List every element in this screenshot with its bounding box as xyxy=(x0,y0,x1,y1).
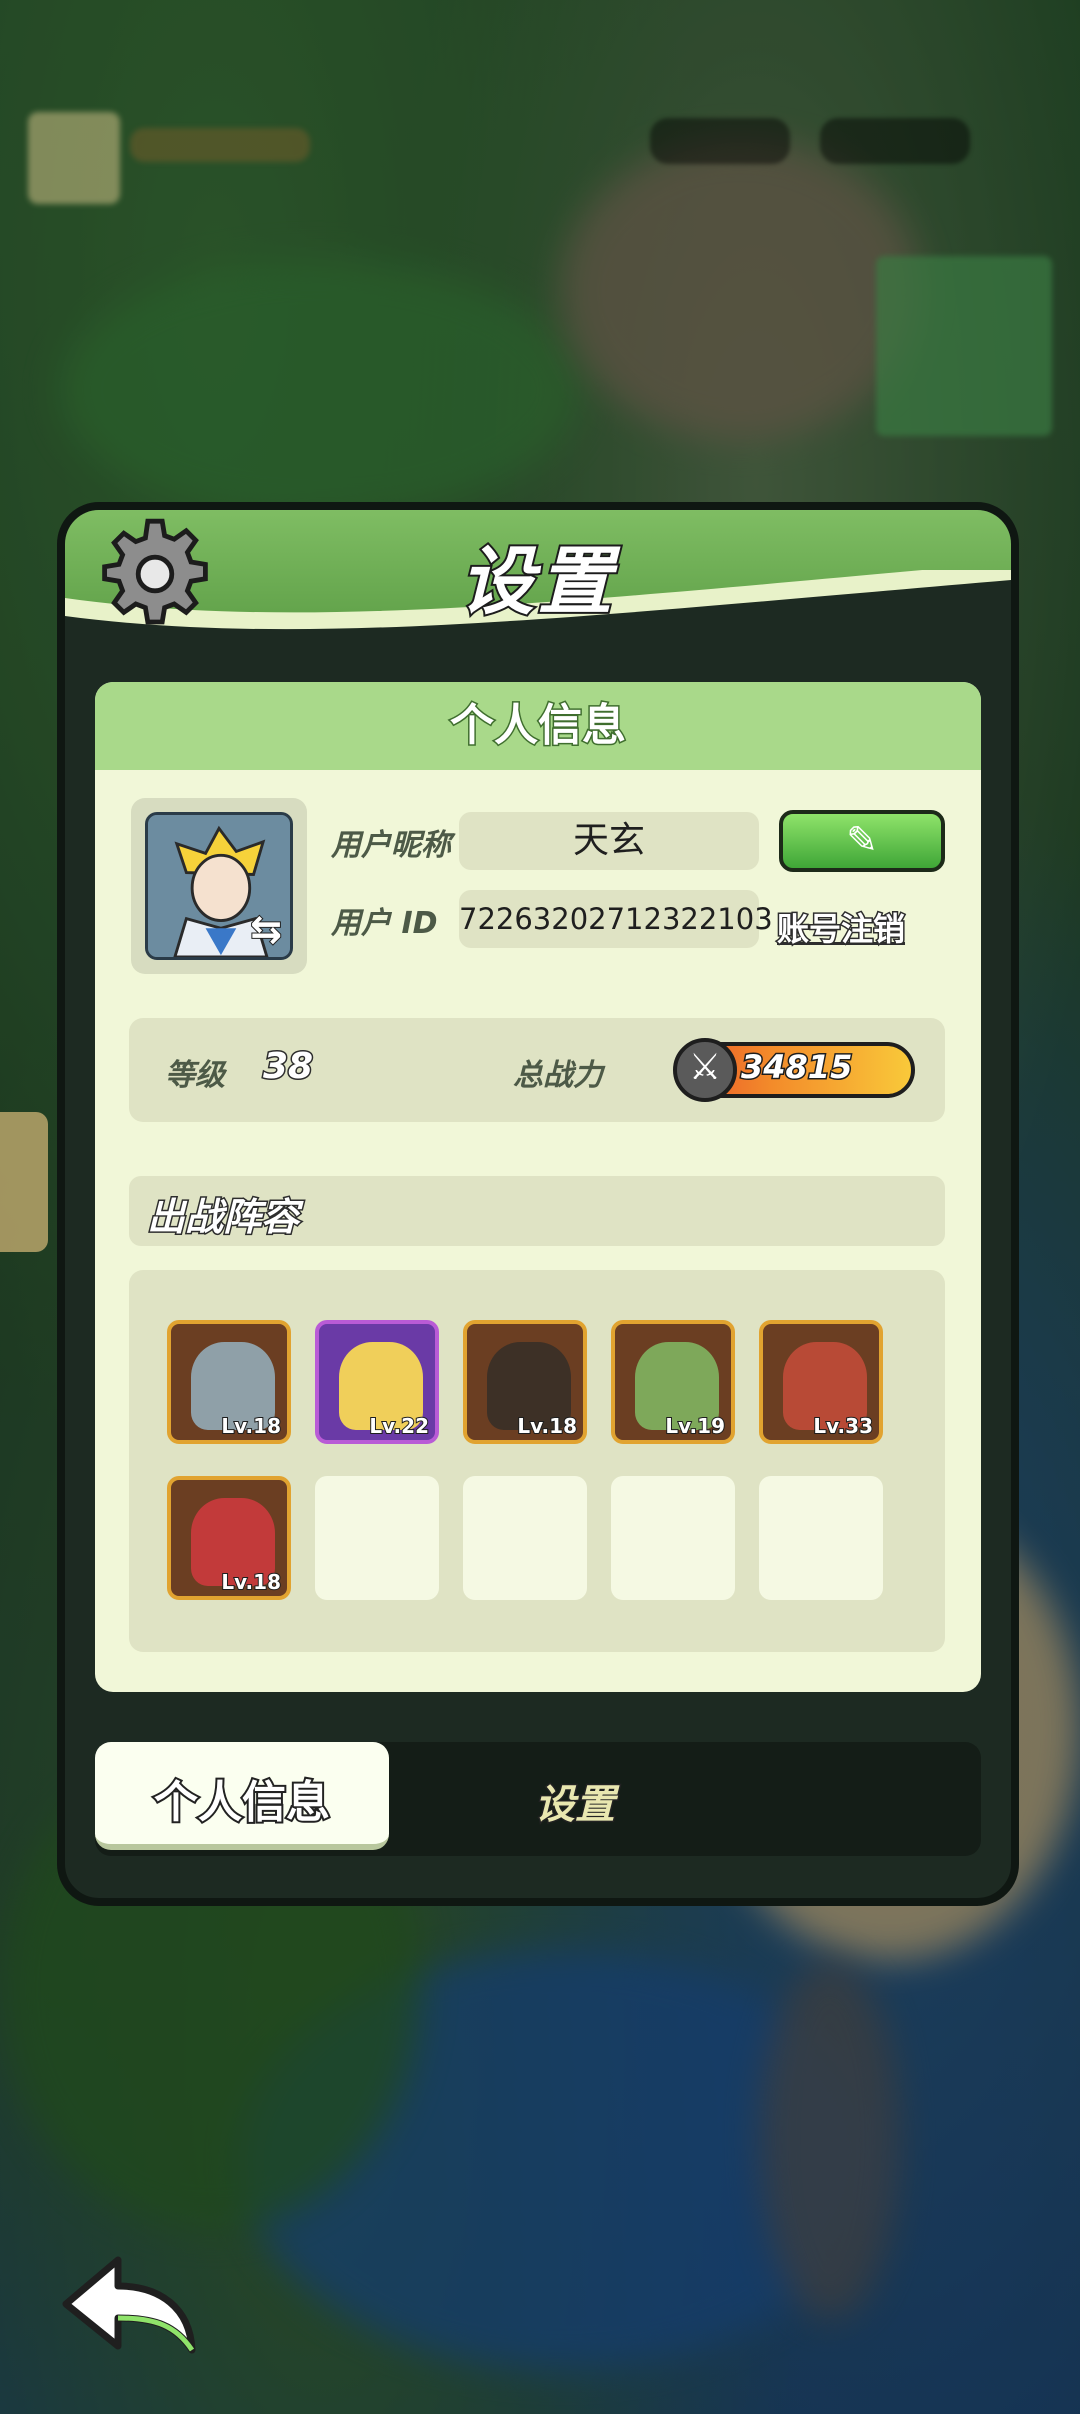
hud-resource-gem xyxy=(650,118,790,164)
avatar-frame[interactable]: ⇆ xyxy=(131,798,307,974)
crossed-swords-icon: ⚔ xyxy=(673,1038,737,1102)
level-label: 等级 xyxy=(165,1058,225,1093)
nickname-field: 天玄 xyxy=(459,812,759,870)
empty-slot[interactable] xyxy=(759,1476,883,1600)
settings-dialog: 设置 个人信息 ⇆ 用户昵称 天玄 ✎ 用户 ID 72263202712322… xyxy=(57,502,1019,1906)
lineup-title: 出战阵容 xyxy=(145,1194,300,1241)
hero-slot-2[interactable]: Lv.22 xyxy=(315,1320,439,1444)
empty-slot[interactable] xyxy=(611,1476,735,1600)
cancel-account-link[interactable]: 账号注销 xyxy=(775,904,906,950)
stats-bar: 等级 38 总战力 ⚔ 34815 xyxy=(129,1018,945,1122)
side-tab xyxy=(0,1112,48,1252)
nickname-label: 用户昵称 xyxy=(331,828,451,863)
empty-slot[interactable] xyxy=(315,1476,439,1600)
dialog-header: 设置 xyxy=(65,510,1011,650)
hud-player-bar xyxy=(130,128,310,162)
section-title: 个人信息 xyxy=(95,682,981,770)
tab-personal-info[interactable]: 个人信息 xyxy=(95,1742,389,1850)
swap-avatar-icon[interactable]: ⇆ xyxy=(249,906,283,952)
hero-level: Lv.18 xyxy=(516,1413,578,1439)
hero-slot-3[interactable]: Lv.18 xyxy=(463,1320,587,1444)
hero-slot-4[interactable]: Lv.19 xyxy=(611,1320,735,1444)
profile-panel: 个人信息 ⇆ 用户昵称 天玄 ✎ 用户 ID 72263202712322103… xyxy=(95,682,981,1692)
hero-slot-1[interactable]: Lv.18 xyxy=(167,1320,291,1444)
power-value: 34815 xyxy=(739,1047,853,1088)
tab-settings[interactable]: 设置 xyxy=(534,1772,617,1830)
hero-level: Lv.33 xyxy=(812,1413,874,1439)
hero-level: Lv.22 xyxy=(368,1413,430,1439)
hud-player-avatar xyxy=(28,112,120,204)
hero-level: Lv.18 xyxy=(220,1569,282,1595)
power-badge: ⚔ 34815 xyxy=(673,1038,915,1102)
avatar[interactable]: ⇆ xyxy=(145,812,293,960)
hero-slot-6[interactable]: Lv.18 xyxy=(167,1476,291,1600)
lineup-grid: Lv.18 Lv.22 Lv.18 Lv.19 Lv.33 Lv.18 xyxy=(129,1270,945,1652)
tab-label: 个人信息 xyxy=(152,1775,332,1830)
hero-level: Lv.18 xyxy=(220,1413,282,1439)
hero-level: Lv.19 xyxy=(664,1413,726,1439)
power-label: 总战力 xyxy=(513,1058,603,1093)
user-id-field: 72263202712322103 xyxy=(459,890,773,948)
back-arrow-icon[interactable] xyxy=(60,2250,200,2360)
edit-nickname-button[interactable]: ✎ xyxy=(779,810,945,872)
pencil-icon: ✎ xyxy=(846,818,878,862)
dialog-tabs: 个人信息 设置 xyxy=(95,1742,981,1856)
hud-resource-coin xyxy=(820,118,970,164)
empty-slot[interactable] xyxy=(463,1476,587,1600)
user-id-label: 用户 ID xyxy=(331,906,438,941)
minimap xyxy=(876,256,1052,436)
hero-slot-5[interactable]: Lv.33 xyxy=(759,1320,883,1444)
level-value: 38 xyxy=(261,1045,314,1089)
lineup-header: 出战阵容 xyxy=(129,1176,945,1246)
dialog-title: 设置 xyxy=(458,537,616,627)
